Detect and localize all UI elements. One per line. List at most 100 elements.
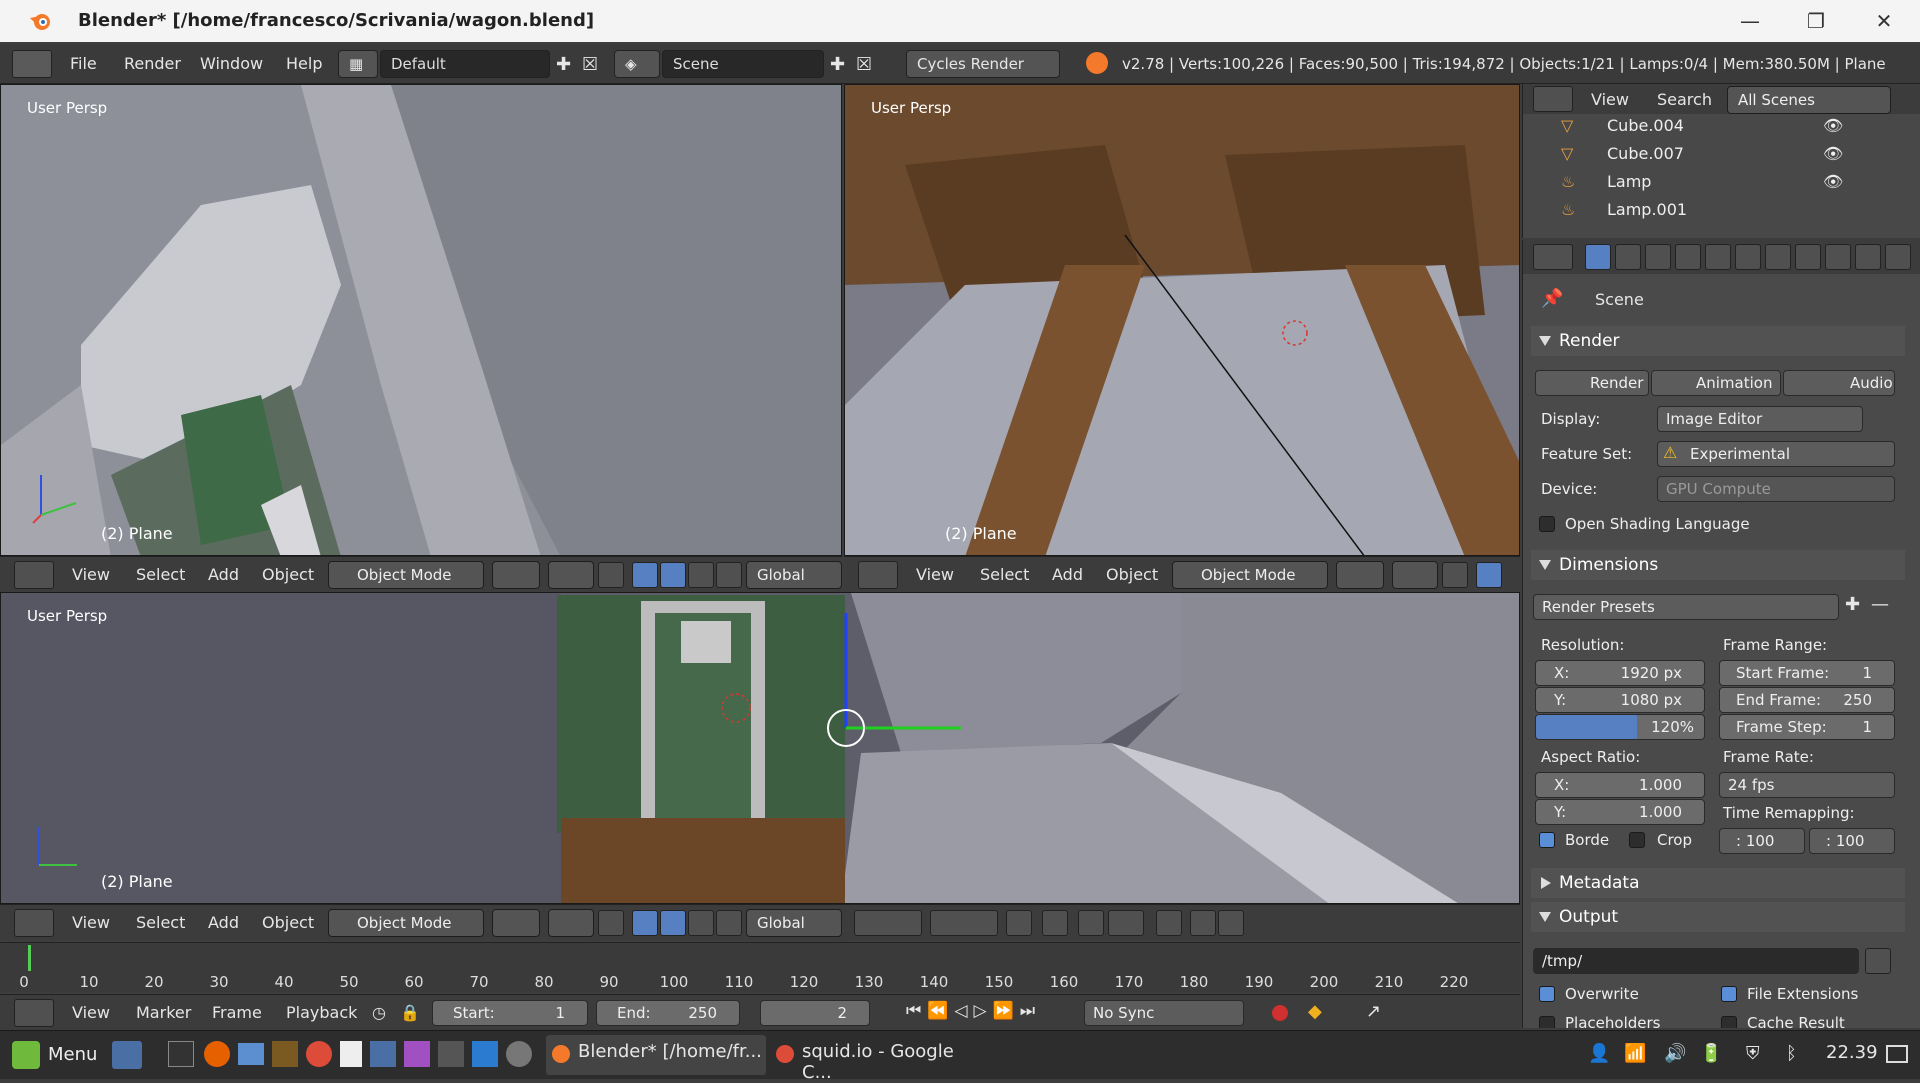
aspect-x-field[interactable]: X: 1.000 xyxy=(1535,772,1705,798)
editor-type-3dview-icon[interactable] xyxy=(14,561,54,589)
time-remap-old-field[interactable]: : 100 xyxy=(1719,828,1805,854)
sync-mode-select[interactable]: No Sync xyxy=(1084,1000,1244,1026)
end-frame-field[interactable]: End Frame: 250 xyxy=(1719,687,1895,713)
viewport-shading-select[interactable] xyxy=(1336,561,1384,589)
file-extensions-checkbox[interactable] xyxy=(1721,986,1737,1002)
aspect-y-field[interactable]: Y: 1.000 xyxy=(1535,799,1705,825)
playback-controls[interactable]: ⏮⏪◁▷⏩⏭ xyxy=(906,1001,1041,1021)
show-desktop-icon[interactable] xyxy=(1886,1045,1908,1063)
object-mode-select[interactable]: Object Mode xyxy=(328,561,484,589)
audio-button[interactable]: Audio xyxy=(1783,370,1895,396)
object-mode-select[interactable]: Object Mode xyxy=(328,909,484,937)
snap-element-select[interactable] xyxy=(1108,910,1144,936)
maximize-icon[interactable]: ❐ xyxy=(1796,6,1836,36)
resolution-y-field[interactable]: Y: 1080 px xyxy=(1535,687,1705,713)
render-tab-icon[interactable] xyxy=(1585,244,1611,270)
pin-icon[interactable]: 📌 xyxy=(1541,288,1563,309)
editor-type-3dview-icon[interactable] xyxy=(14,909,54,937)
feature-set-select[interactable]: Experimental xyxy=(1657,441,1895,467)
placeholders-checkbox[interactable] xyxy=(1539,1016,1555,1028)
layer-buttons-group-1[interactable] xyxy=(854,910,922,936)
terminal-icon[interactable] xyxy=(168,1041,194,1067)
close-icon[interactable]: ✕ xyxy=(1864,6,1904,36)
render-button[interactable]: Render xyxy=(1535,370,1649,396)
layers-tab-icon[interactable] xyxy=(1615,244,1641,270)
translate-manipulator-icon[interactable] xyxy=(632,562,658,588)
folder-browse-icon[interactable] xyxy=(1865,948,1891,974)
clock-icon[interactable]: ◷ xyxy=(372,1003,386,1022)
app-icon[interactable] xyxy=(438,1041,464,1067)
app-icon[interactable] xyxy=(472,1041,498,1067)
current-frame-marker[interactable] xyxy=(28,945,31,971)
render-presets-select[interactable]: Render Presets xyxy=(1533,594,1839,620)
frame-step-field[interactable]: Frame Step: 1 xyxy=(1719,714,1895,740)
outliner-item[interactable]: ♨ Lamp.001 xyxy=(1523,200,1920,220)
app-icon[interactable] xyxy=(506,1041,532,1067)
bluetooth-icon[interactable]: ᛒ xyxy=(1786,1043,1797,1064)
record-icon[interactable] xyxy=(1272,1005,1288,1021)
menu-view[interactable]: View xyxy=(72,913,110,932)
remove-scene-icon[interactable]: ☒ xyxy=(856,54,872,75)
lock-icon[interactable]: 🔒 xyxy=(400,1003,420,1022)
scene-name-field[interactable]: Scene xyxy=(662,50,824,78)
taskbar-window-blender[interactable]: Blender* [/home/fr... xyxy=(546,1035,766,1075)
editor-type-info-icon[interactable] xyxy=(12,50,52,78)
manipulator-toggle-icon[interactable] xyxy=(598,562,624,588)
render-panel-header[interactable]: Render xyxy=(1531,326,1905,356)
firefox-icon[interactable] xyxy=(204,1041,230,1067)
files-icon[interactable] xyxy=(238,1043,264,1065)
overwrite-checkbox[interactable] xyxy=(1539,986,1555,1002)
translate-manipulator-icon[interactable] xyxy=(632,910,658,936)
osl-checkbox[interactable] xyxy=(1539,516,1555,532)
render-opengl-icon[interactable] xyxy=(1190,910,1216,936)
menu-add[interactable]: Add xyxy=(208,913,239,932)
menu-select[interactable]: Select xyxy=(136,913,185,932)
show-desktop-icon[interactable] xyxy=(112,1041,142,1069)
menu-object[interactable]: Object xyxy=(262,565,314,584)
menu-view[interactable]: View xyxy=(916,565,954,584)
animation-button[interactable]: Animation xyxy=(1651,370,1781,396)
outliner-display-select[interactable]: All Scenes xyxy=(1727,86,1891,114)
resolution-percentage-slider[interactable]: 120% xyxy=(1535,714,1705,740)
editor-type-outliner-icon[interactable] xyxy=(1533,86,1573,112)
scale-manipulator-icon[interactable] xyxy=(688,910,714,936)
add-layout-icon[interactable]: ✚ xyxy=(556,54,571,75)
app-icon[interactable] xyxy=(404,1041,430,1067)
viewport-bottom[interactable]: User Persp (2) Plane xyxy=(0,592,1520,904)
output-panel-header[interactable]: Output xyxy=(1531,902,1905,932)
menu-select[interactable]: Select xyxy=(136,565,185,584)
menu-search[interactable]: Search xyxy=(1657,90,1712,109)
menu-window[interactable]: Window xyxy=(200,54,263,73)
menu-file[interactable]: File xyxy=(70,54,97,73)
device-select[interactable]: GPU Compute xyxy=(1657,476,1895,502)
pivot-point-select[interactable] xyxy=(548,909,594,937)
chrome-icon[interactable] xyxy=(306,1041,332,1067)
dimensions-panel-header[interactable]: Dimensions xyxy=(1531,550,1905,580)
menu-add[interactable]: Add xyxy=(208,565,239,584)
time-remap-new-field[interactable]: : 100 xyxy=(1809,828,1895,854)
manipulator-toggle-icon[interactable] xyxy=(1442,562,1468,588)
data-tab-icon[interactable] xyxy=(1795,244,1821,270)
texture-tab-icon[interactable] xyxy=(1855,244,1881,270)
keying-set-icon[interactable]: ◆ xyxy=(1308,1001,1322,1022)
modifiers-tab-icon[interactable] xyxy=(1765,244,1791,270)
layout-browse-icon[interactable]: ▦ xyxy=(338,50,378,78)
remove-preset-icon[interactable]: — xyxy=(1871,594,1889,615)
scene-tab-icon[interactable] xyxy=(1645,244,1671,270)
object-mode-select[interactable]: Object Mode xyxy=(1172,561,1328,589)
render-engine-select[interactable]: Cycles Render xyxy=(906,50,1060,78)
add-scene-icon[interactable]: ✚ xyxy=(830,54,845,75)
orientation-select[interactable]: Global xyxy=(746,561,842,589)
frame-rate-select[interactable]: 24 fps xyxy=(1719,772,1895,798)
visibility-eye-icon[interactable]: 👁 xyxy=(1823,172,1843,191)
resolution-x-field[interactable]: X: 1920 px xyxy=(1535,660,1705,686)
start-frame-field[interactable]: Start Frame: 1 xyxy=(1719,660,1895,686)
minimize-icon[interactable]: — xyxy=(1730,6,1770,36)
cache-result-checkbox[interactable] xyxy=(1721,1016,1737,1028)
scene-browse-icon[interactable]: ◈ xyxy=(614,50,660,78)
orientation-select[interactable]: Global xyxy=(746,909,842,937)
rotate-manipulator-icon[interactable] xyxy=(660,910,686,936)
timeline-editor[interactable]: 0 10 20 30 40 50 60 70 80 90 100 110 120 130 140 150 160… xyxy=(0,942,1520,992)
app-icon[interactable] xyxy=(370,1041,396,1067)
display-select[interactable]: Image Editor xyxy=(1657,406,1863,432)
